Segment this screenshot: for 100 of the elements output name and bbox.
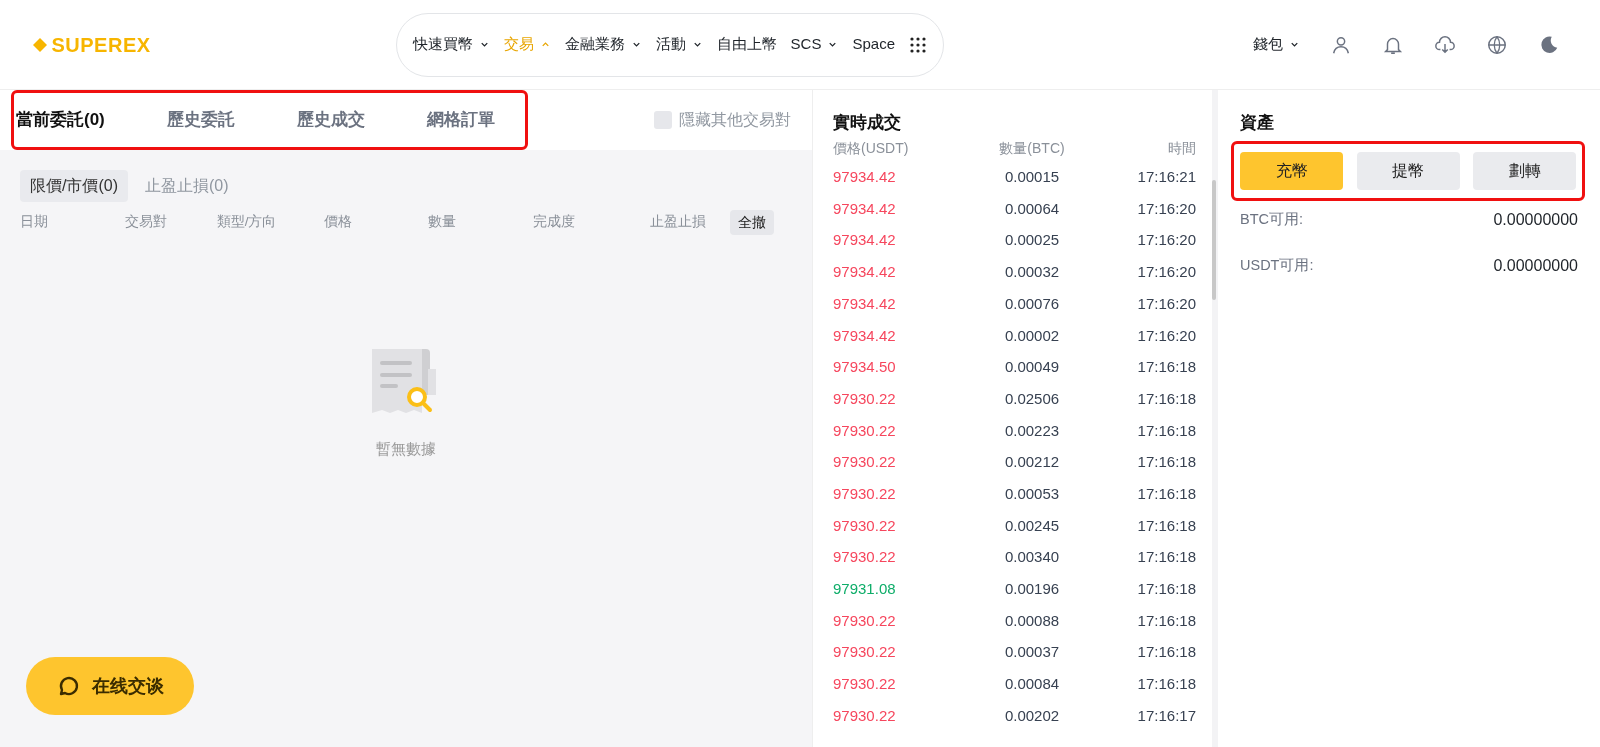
asset-button[interactable]: 提幣 [1356,151,1460,190]
nav-link[interactable]: SCS [790,33,839,56]
trade-time: 17:16:18 [1136,483,1196,504]
trade-price: 97934.42 [833,198,897,219]
panel-title: 資產 [1240,112,1275,134]
panel-title: 實時成交 [833,112,902,134]
asset-button[interactable]: 劃轉 [1473,151,1576,190]
trade-amount: 0.00032 [1003,262,1061,283]
trade-time: 17:16:18 [1136,515,1196,536]
balance-value: 0.00000000 [1493,209,1578,230]
nav-link[interactable]: 自由上幣 [716,33,777,56]
scrollbar[interactable] [1212,180,1216,300]
cancel-all-button[interactable]: 全撤 [730,210,774,235]
balance-label: USDT可用: [1240,255,1314,275]
column-header: 日期 [20,213,49,232]
trade-amount: 0.00053 [1003,483,1061,504]
moon-icon [1538,33,1560,56]
trade-time: 17:16:18 [1136,452,1196,473]
trade-price: 97930.22 [833,483,897,504]
apps-menu-button[interactable] [909,35,927,54]
order-type-tab[interactable]: 限價/市價(0) [20,170,128,202]
trade-price: 97930.22 [833,610,897,631]
balance-label: BTC可用: [1240,209,1304,229]
moon-button[interactable] [1538,33,1560,56]
grid-icon [909,35,927,54]
trade-time: 17:16:18 [1136,357,1196,378]
trade-price: 97934.42 [833,167,897,188]
trade-amount: 0.00084 [1003,674,1061,695]
order-tab[interactable]: 歷史成交 [296,107,365,133]
trade-time: 17:16:20 [1136,293,1196,314]
nav-link[interactable]: 活動 [655,33,703,56]
trade-price: 97931.08 [833,579,897,600]
column-header: 時間 [1167,139,1196,158]
column-header: 止盈止損 [650,213,708,232]
trade-amount: 0.00088 [1003,610,1061,631]
trade-price: 97930.22 [833,515,897,536]
trade-amount: 0.00223 [1003,420,1061,441]
trade-time: 17:16:18 [1136,547,1196,568]
trade-time: 17:16:20 [1136,325,1196,346]
column-header: 數量(BTC) [998,139,1066,158]
trade-price: 97930.22 [833,420,897,441]
checkbox-label: 隱藏其他交易對 [679,110,791,130]
trade-price: 97930.22 [833,705,897,726]
column-header: 數量 [428,213,458,232]
globe-button[interactable] [1486,33,1508,56]
order-tab[interactable]: 網格訂單 [426,107,495,133]
balance-value: 0.00000000 [1493,255,1578,276]
trade-amount: 0.00340 [1003,547,1061,568]
live-chat-button[interactable]: 在线交谈 [26,657,194,715]
trade-price: 97934.50 [833,357,897,378]
trade-amount: 0.02506 [1003,388,1061,409]
trade-price: 97930.22 [833,642,897,663]
trade-time: 17:16:18 [1136,674,1196,695]
trade-price: 97934.42 [833,325,897,346]
trade-time: 17:16:18 [1136,642,1196,663]
logo-text: SUPEREX [51,32,151,58]
globe-icon [1486,33,1508,56]
column-header: 類型/方向 [216,213,278,232]
trade-amount: 0.00064 [1003,198,1061,219]
order-tab[interactable]: 歷史委託 [166,107,235,133]
asset-button[interactable]: 充幣 [1240,151,1343,190]
trade-amount: 0.00002 [1003,325,1061,346]
trade-amount: 0.00076 [1003,293,1061,314]
wallet-menu[interactable]: 錢包 [1253,33,1300,56]
order-tab[interactable]: 當前委託(0) [16,107,105,133]
trade-amount: 0.00202 [1003,705,1061,726]
trade-amount: 0.00037 [1003,642,1061,663]
download-button[interactable] [1434,33,1456,56]
checkbox[interactable] [654,111,672,129]
trade-time: 17:16:20 [1136,198,1196,219]
trade-amount: 0.00015 [1003,167,1061,188]
trade-price: 97930.22 [833,452,897,473]
trade-time: 17:16:18 [1136,610,1196,631]
trade-price: 97934.42 [833,262,897,283]
nav-link[interactable]: 快速買幣 [412,33,490,56]
logo-icon [32,36,48,53]
nav-link[interactable]: 金融業務 [564,33,642,56]
trade-time: 17:16:18 [1136,579,1196,600]
trade-price: 97934.42 [833,293,897,314]
trade-amount: 0.00025 [1003,230,1061,251]
trade-amount: 0.00196 [1003,579,1061,600]
trade-price: 97934.42 [833,230,897,251]
column-header: 價格(USDT) [833,139,910,158]
trade-amount: 0.00049 [1003,357,1061,378]
download-icon [1434,33,1456,56]
trade-price: 97930.22 [833,547,897,568]
trade-price: 97930.22 [833,674,897,695]
nav-link[interactable]: Space [852,33,895,56]
trade-time: 17:16:18 [1136,420,1196,441]
trade-time: 17:16:21 [1136,167,1196,188]
column-header: 交易對 [124,213,168,232]
trade-price: 97930.22 [833,388,897,409]
column-header: 完成度 [533,213,577,232]
trade-time: 17:16:18 [1136,388,1196,409]
column-header: 價格 [323,213,353,232]
trade-amount: 0.00245 [1003,515,1061,536]
trade-time: 17:16:20 [1136,262,1196,283]
trade-time: 17:16:20 [1136,230,1196,251]
empty-message: 暫無數據 [376,439,436,459]
trade-time: 17:16:17 [1136,705,1196,726]
